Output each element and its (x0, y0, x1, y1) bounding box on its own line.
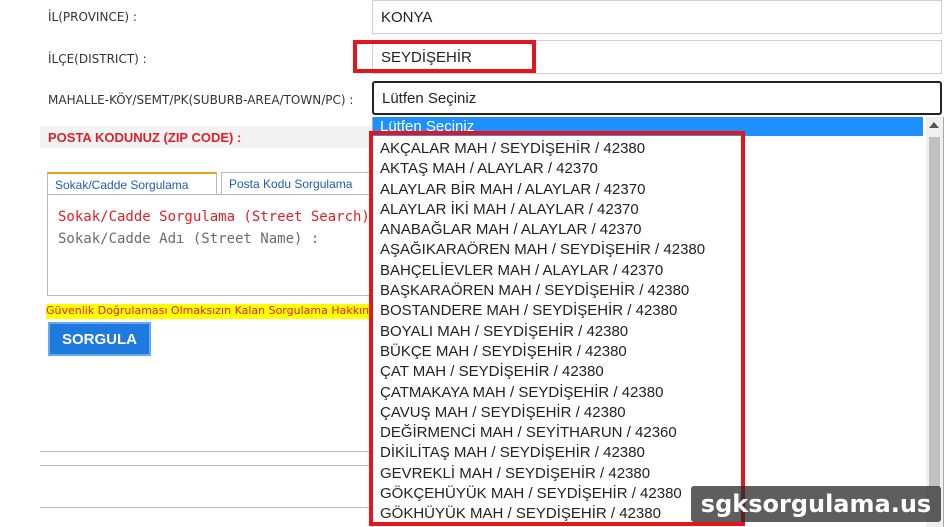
divider (40, 507, 372, 508)
province-field[interactable]: KONYA (372, 0, 942, 34)
tab-street-search[interactable]: Sokak/Cadde Sorgulama (47, 172, 217, 194)
tab-postcode-search[interactable]: Posta Kodu Sorgulama (221, 172, 372, 194)
province-label: İL(PROVINCE) : (48, 10, 137, 24)
suburb-label: MAHALLE-KÖY/SEMT/PK(SUBURB-AREA/TOWN/PC)… (48, 93, 354, 107)
divider (40, 451, 372, 452)
divider (40, 465, 372, 466)
district-label: İLÇE(DISTRICT) : (48, 52, 147, 66)
scroll-up-arrow-icon[interactable] (929, 122, 939, 128)
street-name-label: Sokak/Cadde Adı (Street Name) : (58, 231, 320, 247)
sorgula-button[interactable]: SORGULA (48, 322, 151, 356)
options-highlight-box (369, 131, 745, 526)
watermark: sgksorgulama.us (691, 486, 941, 522)
panel-title: Sokak/Cadde Sorgulama (Street Search) (58, 209, 370, 225)
zip-label: POSTA KODUNUZ (ZIP CODE) : (48, 130, 242, 145)
scroll-thumb[interactable] (929, 137, 940, 487)
suburb-select[interactable]: Lütfen Seçiniz (372, 81, 942, 115)
security-warning: Güvenlik Doğrulaması Olmaksızın Kalan So… (46, 304, 372, 319)
dropdown-scrollbar[interactable] (926, 117, 943, 527)
district-highlight-box (353, 40, 536, 73)
